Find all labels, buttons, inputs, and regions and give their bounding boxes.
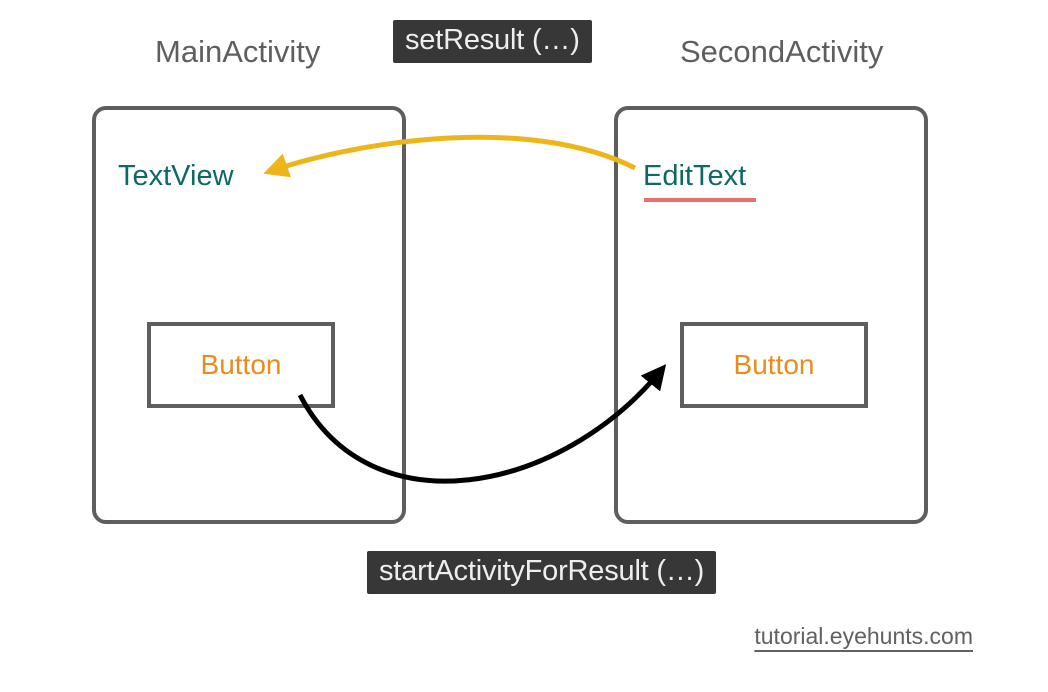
main-button-box: Button	[147, 322, 335, 408]
start-activity-for-result-chip: startActivityForResult (…)	[367, 551, 716, 594]
main-button-label: Button	[201, 349, 282, 381]
attribution-link[interactable]: tutorial.eyehunts.com	[754, 623, 973, 650]
edittext-underline	[644, 198, 756, 202]
set-result-chip: setResult (…)	[393, 20, 592, 63]
textview-label: TextView	[118, 160, 234, 193]
main-activity-label: MainActivity	[155, 34, 320, 70]
second-button-box: Button	[680, 322, 868, 408]
second-button-label: Button	[734, 349, 815, 381]
second-activity-label: SecondActivity	[680, 34, 883, 70]
edittext-label: EditText	[643, 160, 746, 193]
